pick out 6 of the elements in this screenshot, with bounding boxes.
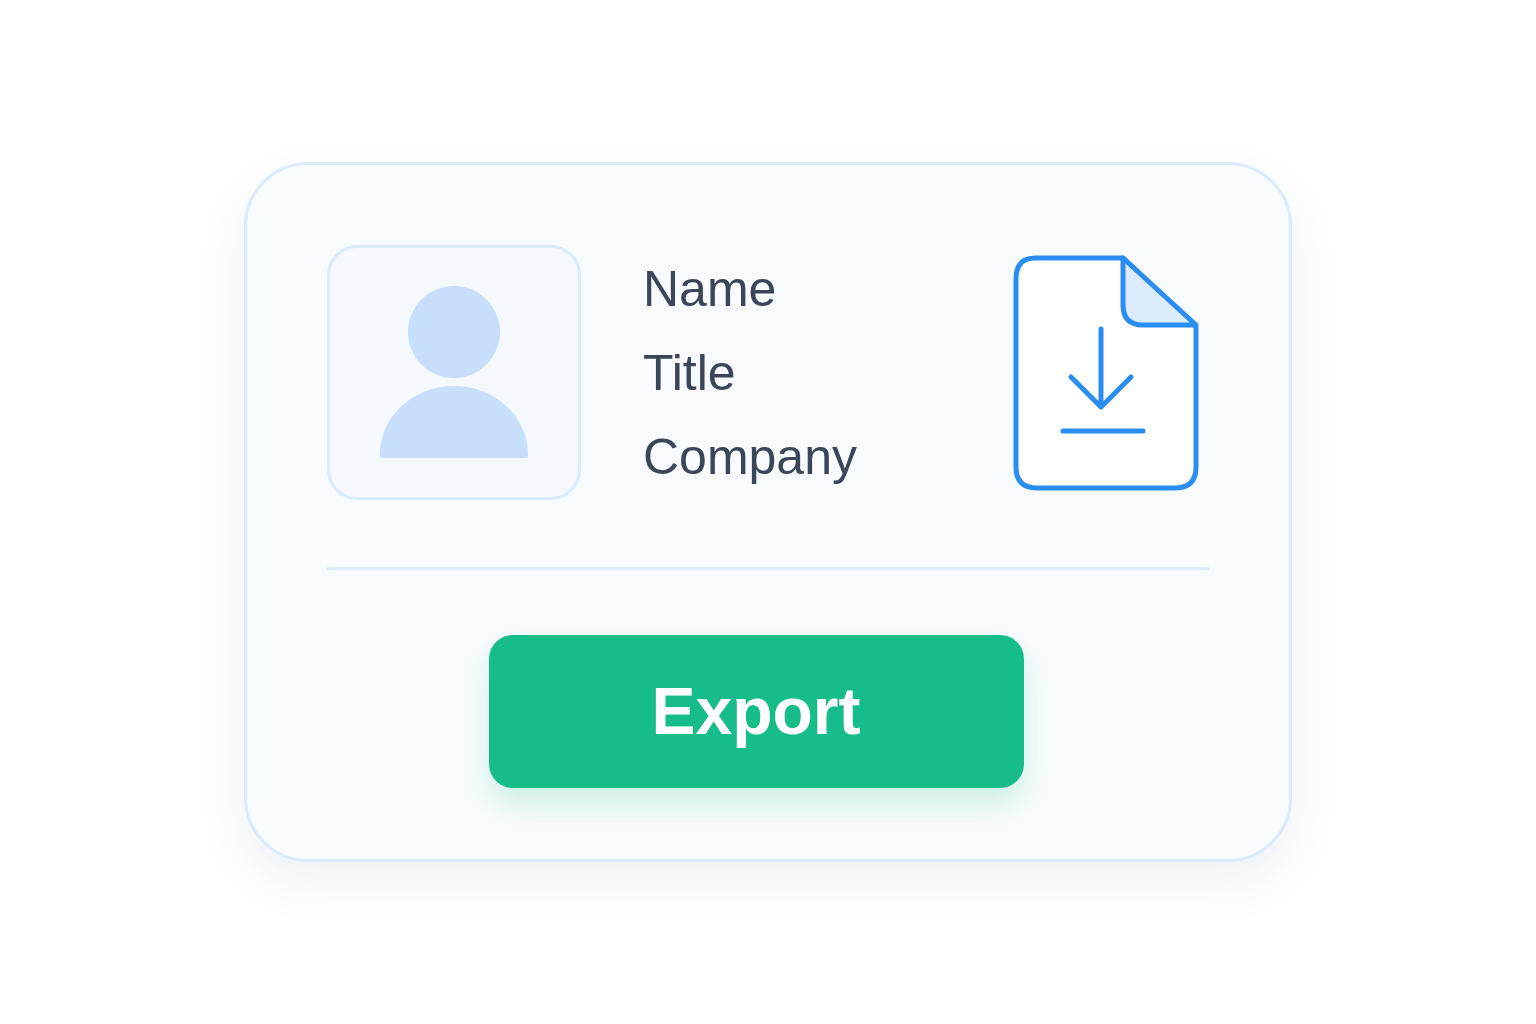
person-icon: [378, 285, 530, 460]
profile-field: Title: [643, 330, 857, 415]
file-download-icon: [1013, 254, 1199, 491]
profile-field: Company: [643, 414, 857, 499]
profile-field: Name: [643, 246, 857, 331]
export-button[interactable]: Export: [488, 635, 1024, 788]
